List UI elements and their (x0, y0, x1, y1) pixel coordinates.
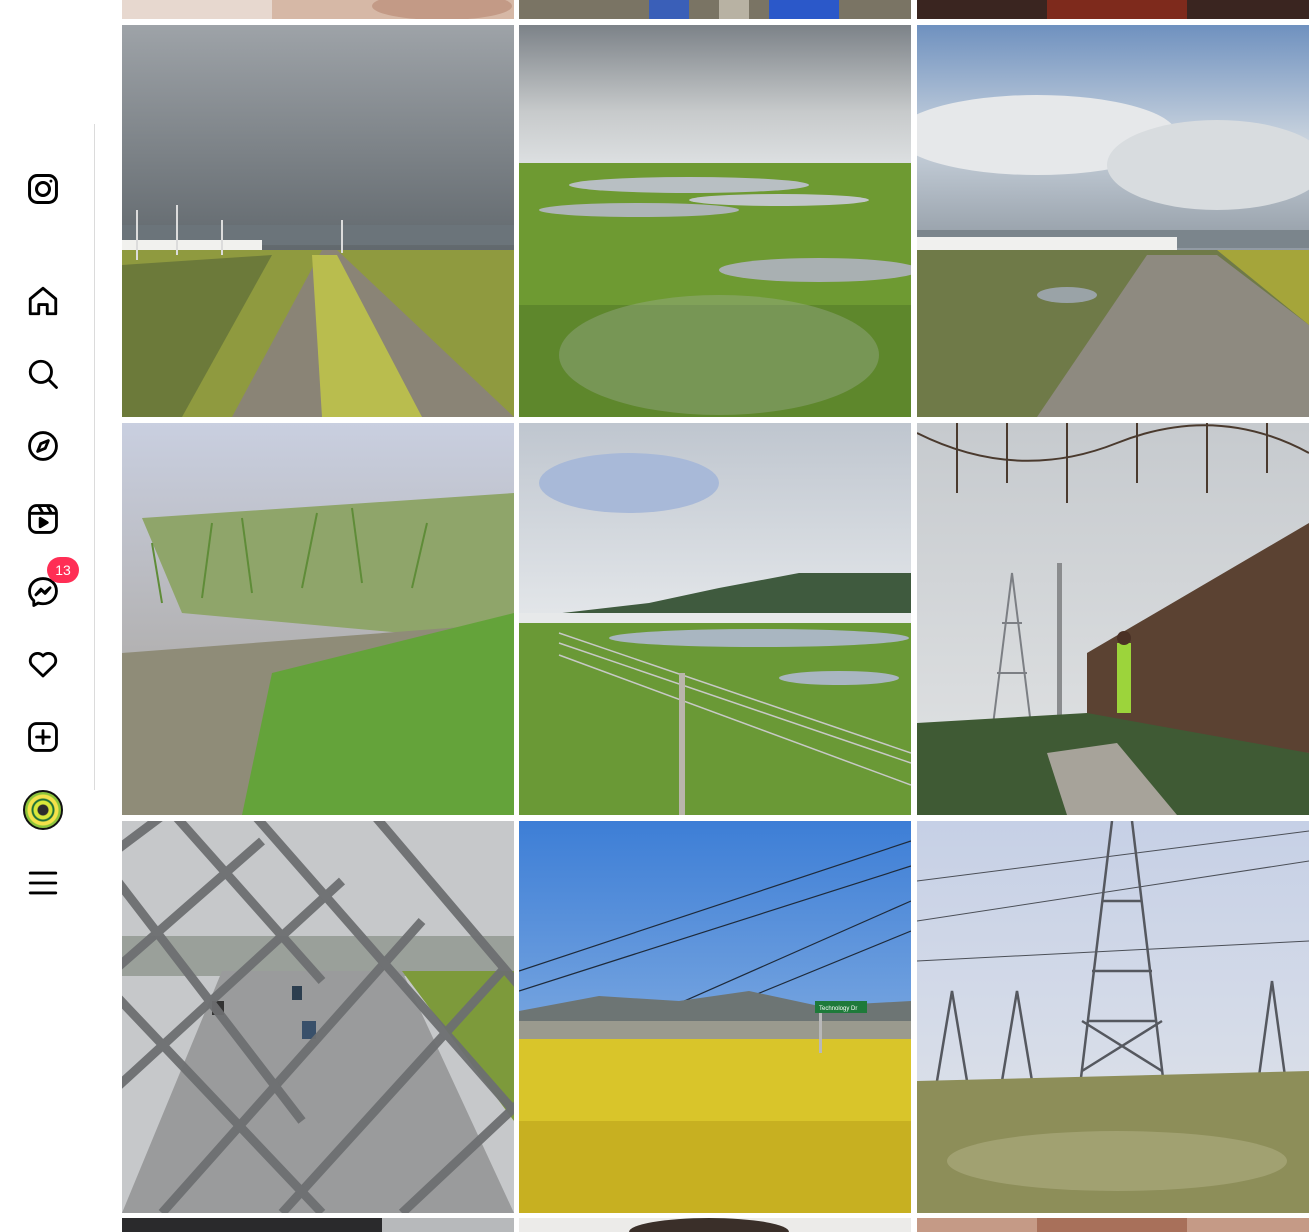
heart-icon (28, 651, 58, 678)
photo-yellow-flowers-sign: Technology Dr (519, 821, 911, 1213)
unread-messages-badge: 13 (47, 557, 79, 583)
avatar (23, 790, 63, 830)
photo-dark-interior (122, 1218, 514, 1232)
compass-icon (28, 431, 58, 461)
nav-explore[interactable] (20, 423, 66, 469)
grid-tile-photo-wetland-fence-mountains[interactable] (519, 423, 911, 815)
photo-face-closeup (122, 0, 514, 19)
grid-tile-photo-marsh-grass[interactable] (122, 423, 514, 815)
grid-tile-photo-transmission-towers[interactable] (917, 821, 1309, 1213)
nav-profile[interactable] (20, 787, 66, 833)
sidebar-divider (94, 124, 95, 790)
search-icon (28, 359, 58, 389)
instagram-logo-icon (28, 174, 58, 204)
photo-marsh-grass (122, 423, 514, 815)
photo-reddish-surface (917, 1218, 1309, 1232)
photo-wetland-fence-mountains (519, 423, 911, 815)
plus-square-icon (28, 722, 58, 752)
profile-photo-grid: Technology Dr (122, 0, 1316, 1232)
nav-notifications[interactable] (20, 641, 66, 687)
grid-tile-photo-dirt-road-power-lines[interactable] (122, 25, 514, 417)
grid-tile-photo-freeway-chain-fence[interactable] (122, 821, 514, 1213)
grid-tile-photo-wetland-puddles[interactable] (519, 25, 911, 417)
nav-more[interactable] (20, 860, 66, 906)
grid-tile-photo-person-hair[interactable] (519, 1218, 911, 1232)
photo-transmission-towers (917, 821, 1309, 1213)
grid-tile-photo-red-dark[interactable] (917, 0, 1309, 19)
photo-blue-objects (519, 0, 911, 19)
grid-tile-photo-reddish-surface[interactable] (917, 1218, 1309, 1232)
sidebar-nav: 13 (0, 0, 96, 1232)
hamburger-menu-icon (28, 871, 58, 895)
grid-tile-photo-face-closeup[interactable] (122, 0, 514, 19)
nav-search[interactable] (20, 351, 66, 397)
photo-wetland-puddles (519, 25, 911, 417)
photo-warehouse-gravel-road (917, 25, 1309, 417)
nav-home[interactable] (20, 278, 66, 324)
street-sign-text: Technology Dr (819, 1006, 857, 1012)
grid-tile-photo-hiker-power-tower[interactable] (917, 423, 1309, 815)
grid-tile-photo-blue-objects[interactable] (519, 0, 911, 19)
grid-tile-photo-warehouse-gravel-road[interactable] (917, 25, 1309, 417)
nav-create[interactable] (20, 714, 66, 760)
photo-dirt-road-power-lines (122, 25, 514, 417)
nav-messages[interactable]: 13 (20, 557, 79, 615)
photo-red-dark (917, 0, 1309, 19)
home-icon (28, 286, 58, 316)
photo-freeway-chain-fence (122, 821, 514, 1213)
grid-tile-photo-yellow-flowers-sign[interactable]: Technology Dr (519, 821, 911, 1213)
photo-hiker-power-tower (917, 423, 1309, 815)
reels-icon (28, 504, 58, 534)
nav-reels[interactable] (20, 496, 66, 542)
instagram-logo-link[interactable] (20, 166, 66, 212)
grid-tile-photo-dark-interior[interactable] (122, 1218, 514, 1232)
photo-person-hair (519, 1218, 911, 1232)
